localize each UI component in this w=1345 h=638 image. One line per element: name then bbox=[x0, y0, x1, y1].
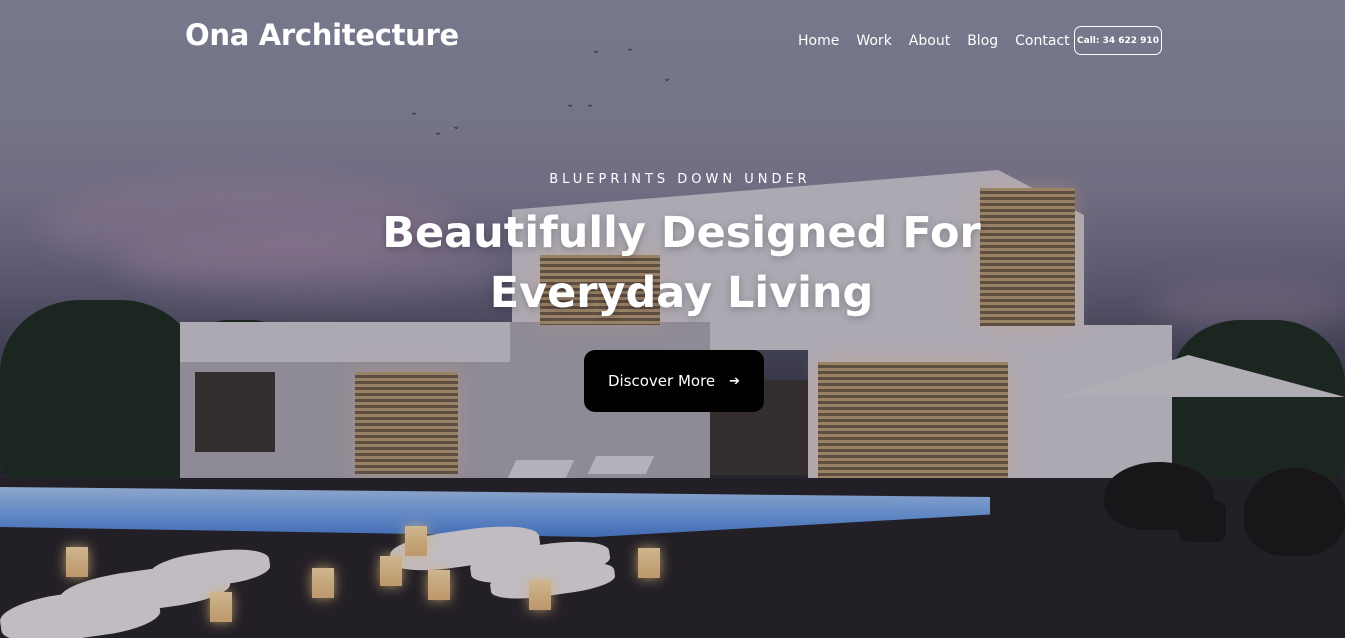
main-nav: Home Work About Blog Contact bbox=[798, 33, 1087, 49]
discover-more-label: Discover More bbox=[607, 372, 716, 390]
nav-about[interactable]: About bbox=[909, 33, 950, 49]
discover-more-button[interactable]: Discover More ➔ bbox=[584, 350, 764, 412]
nav-blog[interactable]: Blog bbox=[967, 33, 998, 49]
brand-logo[interactable]: Ona Architecture bbox=[185, 18, 459, 52]
arrow-right-icon: ➔ bbox=[729, 373, 741, 389]
hero-eyebrow: BLUEPRINTS DOWN UNDER bbox=[549, 172, 811, 187]
hero-headline-line-1: Beautifully Designed For bbox=[382, 208, 981, 258]
hero-headline-line-2: Everyday Living bbox=[489, 268, 874, 318]
nav-work[interactable]: Work bbox=[856, 33, 891, 49]
call-button[interactable]: Call: 34 622 910 bbox=[1074, 26, 1162, 55]
nav-home[interactable]: Home bbox=[798, 33, 839, 49]
nav-contact[interactable]: Contact bbox=[1015, 33, 1069, 49]
hero-section: ⌄ ⌄ ⌄ ⌄ ⌄ ⌄ ⌄ ⌄ Ona Architecture Home Wo… bbox=[0, 0, 1345, 638]
hero-headline: Beautifully Designed For Everyday Living bbox=[0, 203, 1345, 323]
